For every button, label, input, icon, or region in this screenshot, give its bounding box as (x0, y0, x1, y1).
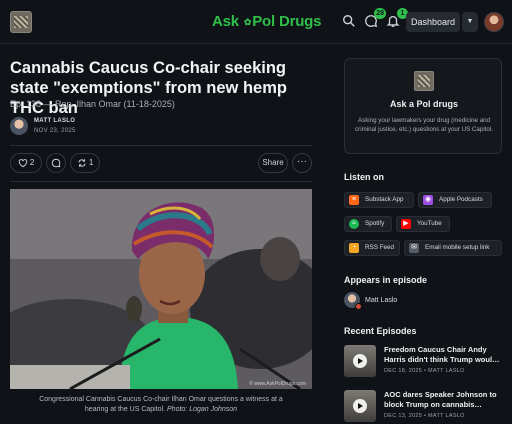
episode-thumbnail[interactable] (344, 390, 376, 422)
episode-meta: DEC 13, 2025 • MATT LASLO (384, 413, 465, 419)
like-count: 2 (29, 158, 35, 167)
divider (10, 181, 312, 182)
host-avatar[interactable] (344, 292, 362, 310)
photo-caption: Congressional Cannabis Caucus Co-chair I… (30, 395, 292, 415)
more-options-icon[interactable]: ··· (292, 153, 312, 173)
dashboard-dropdown-icon[interactable]: ▼ (462, 12, 478, 32)
listen-substack-button[interactable]: ≡ Substack App (344, 192, 414, 208)
recent-episodes-heading: Recent Episodes (344, 326, 417, 336)
author-name[interactable]: MATT LASLO (34, 118, 75, 124)
episode-meta: DEC 18, 2025 • MATT LASLO (384, 368, 465, 374)
post-title: Cannabis Caucus Co-chair seeking state "… (10, 59, 287, 117)
top-bar: Ask ✿Pol Drugs 28 1 Dashboard ▼ (0, 0, 512, 44)
dashboard-button[interactable]: Dashboard (406, 12, 460, 32)
listen-label: Email mobile setup link (425, 244, 490, 251)
brand-word-drugs: Drugs (278, 13, 322, 30)
publication-description: Asking your lawmakers your drug (medicin… (355, 117, 493, 133)
listen-label: Apple Podcasts (439, 196, 483, 203)
appears-in-episode-heading: Appears in episode (344, 275, 428, 285)
brand-leaf-icon: ✿ (243, 16, 252, 27)
play-icon[interactable] (353, 399, 367, 413)
post-subtitle: Ep. 138 — Rep. Ilhan Omar (11-18-2025) (10, 99, 175, 109)
restack-count: 1 (88, 158, 94, 167)
share-button[interactable]: Share (258, 153, 288, 173)
rss-icon: ◔ (349, 243, 359, 253)
listen-on-heading: Listen on (344, 172, 384, 182)
play-icon[interactable] (353, 354, 367, 368)
listen-label: Substack App (365, 196, 404, 203)
post-photo[interactable]: © www.AskPolDrugs.com (10, 189, 312, 389)
caption-credit: Photo: Logan Johnson (167, 406, 238, 413)
spotify-icon: ≈ (349, 219, 359, 229)
notification-bell-icon[interactable]: 1 (386, 8, 408, 30)
listen-rss-button[interactable]: ◔ RSS Feed (344, 240, 400, 256)
listen-label: RSS Feed (365, 244, 395, 251)
youtube-icon: ▶ (401, 219, 411, 229)
comment-button[interactable] (46, 153, 66, 173)
comment-icon (51, 158, 61, 168)
brand-word-pol: Pol (252, 13, 275, 30)
photo-illustration (10, 189, 312, 389)
listen-youtube-button[interactable]: ▶ YouTube (396, 216, 450, 232)
listen-label: Spotify (365, 220, 385, 227)
episode-title[interactable]: AOC dares Speaker Johnson to block Trump… (384, 390, 504, 410)
publication-card[interactable]: Ask a Pol drugs Asking your lawmakers yo… (344, 58, 502, 154)
episode-title[interactable]: Freedom Caucus Chair Andy Harris didn't … (384, 345, 504, 365)
apple-podcasts-icon: ◉ (423, 195, 433, 205)
listen-apple-podcasts-button[interactable]: ◉ Apple Podcasts (418, 192, 492, 208)
post-date: NOV 23, 2025 (34, 128, 76, 134)
publication-name: Ask a Pol drugs (389, 99, 459, 109)
host-name[interactable]: Matt Laslo (365, 297, 397, 304)
listen-email-button[interactable]: ✉ Email mobile setup link (404, 240, 502, 256)
publication-card-logo (414, 71, 434, 91)
publication-logo[interactable] (10, 11, 32, 33)
substack-icon: ≡ (349, 195, 359, 205)
chat-icon[interactable]: 28 (364, 8, 386, 30)
search-icon[interactable] (342, 14, 358, 30)
caption-text: Congressional Cannabis Caucus Co-chair I… (39, 396, 283, 413)
photo-watermark: © www.AskPolDrugs.com (249, 381, 306, 387)
email-icon: ✉ (409, 243, 419, 253)
like-button[interactable]: 2 (10, 153, 42, 173)
episode-thumbnail[interactable] (344, 345, 376, 377)
heart-icon (18, 158, 27, 168)
host-badge-icon (355, 303, 362, 310)
divider (10, 145, 312, 146)
user-avatar[interactable] (484, 12, 504, 32)
chat-badge: 28 (374, 8, 386, 19)
restack-icon (78, 159, 86, 167)
listen-spotify-button[interactable]: ≈ Spotify (344, 216, 392, 232)
restack-button[interactable]: 1 (70, 153, 100, 173)
brand-wordmark[interactable]: Ask ✿Pol Drugs (212, 13, 321, 30)
listen-label: YouTube (417, 220, 442, 227)
brand-word-ask: Ask (212, 13, 239, 30)
author-avatar[interactable] (10, 117, 28, 135)
